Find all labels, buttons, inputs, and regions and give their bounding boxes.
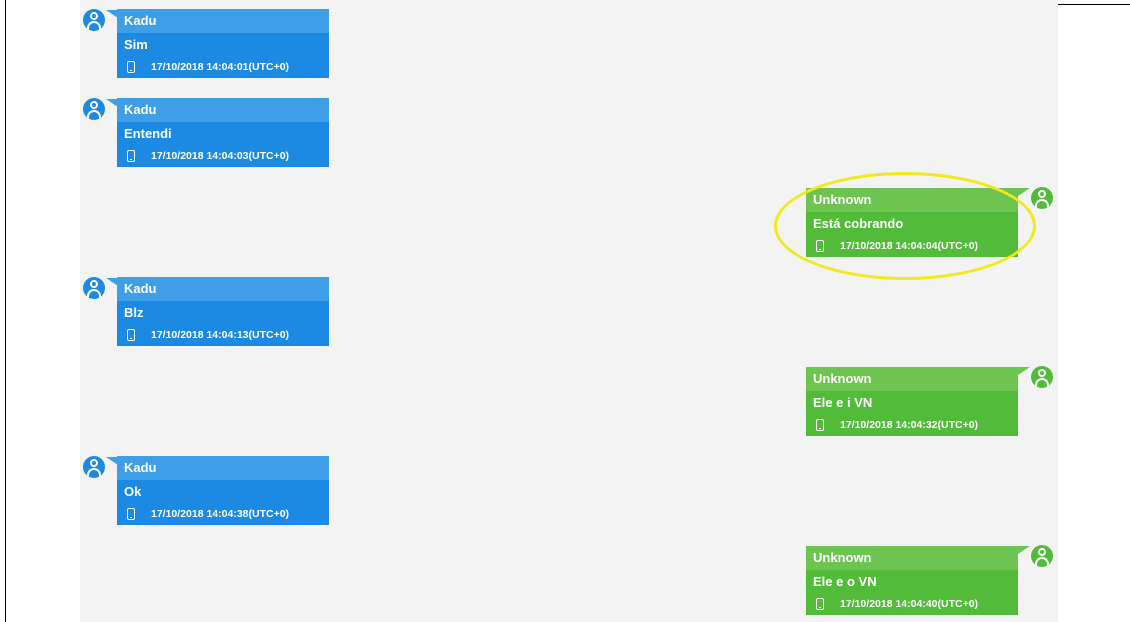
phone-icon <box>816 598 824 610</box>
message-timestamp: 17/10/2018 14:04:38(UTC+0) <box>151 508 290 520</box>
phone-icon <box>127 61 135 73</box>
user-avatar-icon <box>1031 545 1053 567</box>
message-meta: 17/10/2018 14:04:01(UTC+0) <box>117 56 329 78</box>
message-text: Entendi <box>117 122 329 145</box>
message-meta: 17/10/2018 14:04:13(UTC+0) <box>117 324 329 346</box>
user-avatar-icon <box>1031 366 1053 388</box>
user-avatar-icon <box>83 98 105 120</box>
user-avatar-icon <box>83 456 105 478</box>
user-avatar-icon <box>83 277 105 299</box>
message-sender: Kadu <box>117 9 329 33</box>
message-text: Ele e o VN <box>806 570 1018 593</box>
bubble-tail <box>1018 188 1030 196</box>
message-bubble[interactable]: Kadu Ok 17/10/2018 14:04:38(UTC+0) <box>117 456 329 525</box>
chat-area[interactable]: Kadu Sim 17/10/2018 14:04:01(UTC+0) Kadu… <box>80 0 1058 622</box>
message-sender: Kadu <box>117 98 329 122</box>
message-bubble[interactable]: Kadu Sim 17/10/2018 14:04:01(UTC+0) <box>117 9 329 78</box>
message-meta: 17/10/2018 14:04:38(UTC+0) <box>117 503 329 525</box>
user-avatar-icon <box>83 9 105 31</box>
message-text: Ele e i VN <box>806 391 1018 414</box>
message-sender: Kadu <box>117 277 329 301</box>
phone-icon <box>816 419 824 431</box>
message-sender: Unknown <box>806 546 1018 570</box>
message-timestamp: 17/10/2018 14:04:01(UTC+0) <box>151 61 290 73</box>
message-text: Sim <box>117 33 329 56</box>
frame-border-left <box>5 0 6 622</box>
phone-icon <box>127 150 135 162</box>
bubble-tail <box>1018 546 1030 554</box>
highlight-ellipse <box>774 172 1036 280</box>
message-meta: 17/10/2018 14:04:03(UTC+0) <box>117 145 329 167</box>
frame-border-top <box>1057 4 1130 5</box>
phone-icon <box>127 508 135 520</box>
message-bubble[interactable]: Unknown Ele e o VN 17/10/2018 14:04:40(U… <box>806 546 1018 615</box>
message-bubble[interactable]: Kadu Entendi 17/10/2018 14:04:03(UTC+0) <box>117 98 329 167</box>
message-text: Blz <box>117 301 329 324</box>
user-avatar-icon <box>1031 187 1053 209</box>
message-bubble[interactable]: Unknown Ele e i VN 17/10/2018 14:04:32(U… <box>806 367 1018 436</box>
message-timestamp: 17/10/2018 14:04:40(UTC+0) <box>840 598 979 610</box>
bubble-tail <box>1018 367 1030 375</box>
message-timestamp: 17/10/2018 14:04:03(UTC+0) <box>151 150 290 162</box>
message-bubble[interactable]: Kadu Blz 17/10/2018 14:04:13(UTC+0) <box>117 277 329 346</box>
phone-icon <box>127 329 135 341</box>
message-timestamp: 17/10/2018 14:04:13(UTC+0) <box>151 329 290 341</box>
message-sender: Unknown <box>806 367 1018 391</box>
message-meta: 17/10/2018 14:04:32(UTC+0) <box>806 414 1018 436</box>
message-timestamp: 17/10/2018 14:04:32(UTC+0) <box>840 419 979 431</box>
message-meta: 17/10/2018 14:04:40(UTC+0) <box>806 593 1018 615</box>
message-text: Ok <box>117 480 329 503</box>
message-sender: Kadu <box>117 456 329 480</box>
